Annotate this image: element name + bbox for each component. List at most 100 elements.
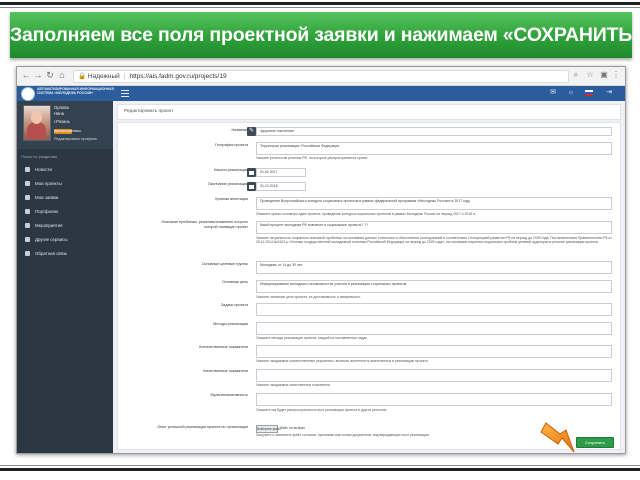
sidebar-item-feedback[interactable]: Обратная связь xyxy=(17,247,113,260)
field-label-geography: География проекта xyxy=(215,143,248,147)
experience-hint: Загрузите и заполните файл согласия, при… xyxy=(256,433,429,437)
project-form: Название ✎ Здоровое поколение География п… xyxy=(117,122,621,450)
portfolio-icon xyxy=(25,209,30,214)
geography-input[interactable]: Территория реализации: Российская Федера… xyxy=(256,142,612,155)
tasks-textarea[interactable] xyxy=(256,303,612,316)
logo-emblem-icon[interactable] xyxy=(21,87,35,101)
events-icon xyxy=(25,223,30,228)
choose-file-button[interactable]: Выберите файл xyxy=(256,425,281,433)
headline-text: Заполняем все поля проектной заявки и на… xyxy=(10,24,640,46)
page-header: Редактировать проект xyxy=(117,104,621,120)
hamburger-menu-icon[interactable] xyxy=(121,90,129,97)
bottom-decorative-lines xyxy=(0,462,640,474)
reload-icon[interactable]: ↻ xyxy=(45,70,55,80)
app-header: АВТОМАТИЗИРОВАННАЯ ИНФОРМАЦИОННАЯ СИСТЕМ… xyxy=(17,86,625,101)
secure-label: Надежный xyxy=(87,73,120,80)
qualitative-textarea[interactable] xyxy=(256,369,612,382)
home-icon[interactable]: ⌂ xyxy=(57,70,67,80)
sidebar-item-news[interactable]: Новости xyxy=(17,163,113,176)
pencil-icon: ✎ xyxy=(247,127,256,136)
methods-textarea[interactable] xyxy=(256,322,612,335)
sidebar-item-portfolio[interactable]: Портфолио xyxy=(17,205,113,218)
logout-icon[interactable]: ⇥ xyxy=(605,89,613,97)
main-goal-hint: Укажите основную цель проекта, ее достиж… xyxy=(256,295,361,299)
annotation-hint: Опишите кратко основную идею проекта: пр… xyxy=(256,212,476,216)
bell-icon[interactable]: ☼ xyxy=(567,89,575,97)
extension-icon[interactable]: ▣ xyxy=(599,70,609,80)
profile-first-name: Нина xyxy=(54,111,65,116)
field-label-qualitative: Качественные показатели xyxy=(203,369,248,373)
pointer-arrow-icon xyxy=(540,422,575,453)
calendar-icon[interactable] xyxy=(247,182,256,191)
news-icon xyxy=(25,167,30,172)
name-input[interactable]: ✎ Здоровое поколение xyxy=(247,127,612,136)
sidebar-item-events[interactable]: Мероприятия xyxy=(17,219,113,232)
sidebar-item-label: Портфолио xyxy=(35,209,59,214)
geography-hint: Укажите регион или регионы РФ, на которы… xyxy=(256,156,368,160)
field-label-experience: Опыт успешной реализации проекта по орга… xyxy=(157,425,249,429)
field-label-main-goal: Основная цель xyxy=(222,280,248,284)
field-label-annotation: Краткая аннотация xyxy=(215,197,248,201)
browser-window: ← → ↻ ⌂ 🔒 Надежный | https://ais.fadm.gov.… xyxy=(16,66,626,454)
sidebar-item-label: Мои проекты xyxy=(35,181,62,186)
calendar-icon[interactable] xyxy=(247,168,256,177)
problem-hint: Укажите актуальность социально-значимой … xyxy=(256,236,612,245)
zoom-icon[interactable]: ⌕ xyxy=(571,70,581,80)
sidebar-section-title: Поиск по разделам xyxy=(21,154,57,159)
sidebar-item-my-projects[interactable]: Мои проекты xyxy=(17,177,113,190)
field-label-start: Начало реализации xyxy=(213,168,248,172)
field-label-name: Название xyxy=(231,128,248,132)
forward-icon[interactable]: → xyxy=(33,70,43,80)
profile-location: г.Рязань xyxy=(54,119,70,124)
field-label-quantitative: Количественные показатели xyxy=(199,345,248,349)
field-label-tasks: Задачи проекта xyxy=(221,303,248,307)
top-decorative-lines xyxy=(0,0,640,10)
sidebar-item-label: Обратная связь xyxy=(35,251,68,256)
sidebar-item-other-services[interactable]: Другие сервисы xyxy=(17,233,113,246)
edit-profile-link[interactable]: Редактировать профиль xyxy=(54,137,97,142)
sidebar-item-label: Другие сервисы xyxy=(35,237,68,242)
url-field[interactable]: 🔒 Надежный | https://ais.fadm.gov.ru/proje… xyxy=(73,70,569,83)
annotation-textarea[interactable]: Проведение Всероссийского конкурса социа… xyxy=(256,197,612,210)
main-content: Редактировать проект Название ✎ Здоровое … xyxy=(113,101,625,453)
file-status: Файл не выбран xyxy=(280,426,306,430)
page-title: Редактировать проект xyxy=(124,109,174,114)
qualitative-hint: Укажите ожидаемые качественные показател… xyxy=(256,383,330,387)
field-label-multiplicativity: Мультипликативность xyxy=(210,393,248,397)
sidebar-item-label: Мероприятия xyxy=(35,223,63,228)
multiplicativity-hint: Опишите как будет распространяться опыт … xyxy=(256,408,387,412)
profile-last-name: Орлова xyxy=(54,105,69,110)
field-label-problem: Описание проблемы, решению/снижению остр… xyxy=(161,220,248,229)
logo-text: АВТОМАТИЗИРОВАННАЯ ИНФОРМАЦИОННАЯ СИСТЕМ… xyxy=(37,87,114,96)
methods-hint: Опишите методы реализации проекта, каждо… xyxy=(256,336,368,340)
envelope-icon[interactable]: ✉ xyxy=(549,89,557,97)
end-date-input[interactable]: 31.12.2018 xyxy=(247,182,306,191)
back-icon[interactable]: ← xyxy=(21,70,31,80)
target-groups-textarea[interactable]: Молодежь от 14 до 30 лет xyxy=(256,261,612,274)
multiplicativity-textarea[interactable] xyxy=(256,393,612,406)
sidebar-item-my-applications[interactable]: Мои заявки xyxy=(17,191,113,204)
url-text: https://ais.fadm.gov.ru/projects/19 xyxy=(129,73,227,80)
projects-icon xyxy=(25,181,30,186)
profile-card: Орлова Нина г.Рязань ВЕРИФИЦИРОВАН Редак… xyxy=(17,101,113,149)
feedback-icon xyxy=(25,251,30,256)
headline-banner: Заполняем все поля проектной заявки и на… xyxy=(10,12,640,58)
quantitative-hint: Укажите ожидаемые количественные результ… xyxy=(256,359,428,363)
sidebar: Орлова Нина г.Рязань ВЕРИФИЦИРОВАН Редак… xyxy=(17,101,113,453)
services-icon xyxy=(25,237,30,242)
field-label-end: Окончание реализации xyxy=(207,182,248,186)
start-date-input[interactable]: 01.02.2017 xyxy=(247,168,306,177)
browser-menu-icon[interactable]: ⋮ xyxy=(611,70,621,80)
verified-badge: ВЕРИФИЦИРОВАН xyxy=(54,129,82,134)
quantitative-textarea[interactable] xyxy=(256,345,612,358)
problem-textarea[interactable]: Какой процент молодежи РФ вовлечен в соц… xyxy=(256,221,612,234)
address-bar: ← → ↻ ⌂ 🔒 Надежный | https://ais.fadm.gov.… xyxy=(17,67,625,86)
avatar[interactable] xyxy=(23,105,51,141)
field-label-target-groups: Основные целевые группы xyxy=(201,262,248,266)
bookmark-star-icon[interactable]: ☆ xyxy=(585,70,595,80)
main-goal-textarea[interactable]: Информирование молодежи о возможностях у… xyxy=(256,280,612,293)
lock-icon: 🔒 xyxy=(78,73,87,80)
sidebar-item-label: Новости xyxy=(35,167,52,172)
language-flag-icon[interactable] xyxy=(585,90,593,96)
sidebar-item-label: Мои заявки xyxy=(35,195,59,200)
